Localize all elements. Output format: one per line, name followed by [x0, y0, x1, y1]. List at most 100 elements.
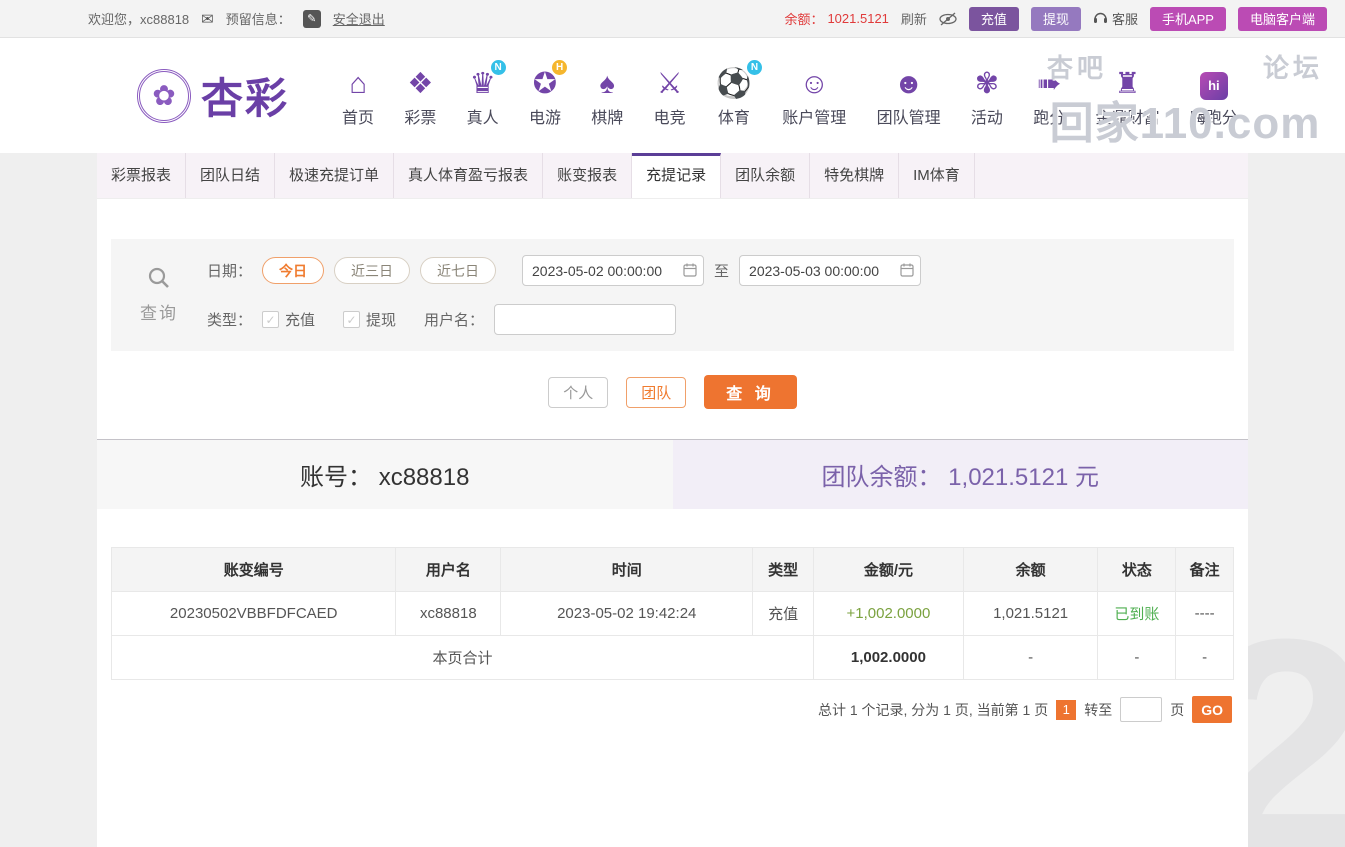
nav-item-team-mgmt[interactable]: ☻ 团队管理: [877, 64, 941, 128]
nav-item-home[interactable]: ⌂ 首页: [342, 64, 374, 128]
account-icon: ☺: [799, 68, 829, 100]
search-icon: [147, 266, 171, 295]
nav-label: 彩票: [404, 104, 436, 128]
pagination: 总计 1 个记录, 分为 1 页, 当前第 1 页 1 转至 页 GO: [97, 696, 1232, 723]
esports-icon: ⚔: [657, 68, 683, 100]
deposit-checkbox[interactable]: [262, 311, 279, 328]
to-label: 至: [714, 260, 729, 281]
gift-icon: ✾: [975, 68, 999, 100]
hot-badge: H: [552, 60, 567, 75]
mail-icon[interactable]: ✉: [201, 10, 214, 28]
calendar-icon[interactable]: [683, 263, 697, 281]
date-from-input[interactable]: [522, 255, 704, 286]
team-balance: 团队余额： 1,021.5121 元: [673, 440, 1249, 509]
customer-service-link[interactable]: 客服: [1093, 9, 1138, 28]
welcome-text: 欢迎您，xc88818: [88, 9, 189, 28]
customer-service-label: 客服: [1112, 9, 1138, 28]
tab-im-sports[interactable]: IM体育: [899, 153, 975, 198]
goto-page-input[interactable]: [1120, 697, 1162, 722]
nav-item-jinding-wealth[interactable]: ♜ 金鼎财富: [1096, 64, 1160, 128]
tab-special-games[interactable]: 特免棋牌: [810, 153, 899, 198]
brand-name: 杏彩: [201, 65, 289, 126]
current-page-button[interactable]: 1: [1056, 700, 1076, 720]
withdraw-checkbox-label: 提现: [366, 309, 396, 330]
nav-label: 体育: [718, 104, 750, 128]
balance-value: 1021.5121: [827, 11, 888, 26]
total-status: -: [1098, 636, 1176, 680]
personal-button[interactable]: 个人: [548, 377, 608, 408]
balance-label: 余额：: [784, 9, 823, 28]
nav-item-activities[interactable]: ✾ 活动: [971, 64, 1003, 128]
deposit-checkbox-label: 充值: [285, 309, 315, 330]
account-summary-bar: 账号： xc88818 团队余额： 1,021.5121 元: [97, 439, 1248, 509]
tab-account-changes[interactable]: 账变报表: [543, 153, 632, 198]
nav-item-egames[interactable]: ✪H 电游: [529, 64, 561, 128]
cell-time: 2023-05-02 19:42:24: [501, 592, 753, 636]
cell-amount: +1,002.0000: [814, 592, 964, 636]
col-header-username: 用户名: [396, 548, 501, 592]
nav-item-account-mgmt[interactable]: ☺ 账户管理: [782, 64, 846, 128]
cell-change-id: 20230502VBBFDFCAED: [112, 592, 396, 636]
pagination-summary: 总计 1 个记录, 分为 1 页, 当前第 1 页: [818, 700, 1048, 720]
edit-icon[interactable]: ✎: [303, 10, 321, 28]
header: ✿ 杏彩 ⌂ 首页 ❖ 彩票 ♛N 真人 ✪H 电游 ♠ 棋牌: [0, 38, 1345, 153]
page-unit-label: 页: [1170, 700, 1184, 720]
brand-logo-icon: ✿: [137, 69, 191, 123]
cell-username: xc88818: [396, 592, 501, 636]
new-badge: N: [747, 60, 762, 75]
nav-label: 电游: [529, 104, 561, 128]
range-3days[interactable]: 近三日: [334, 257, 410, 284]
username-input[interactable]: [494, 304, 676, 335]
logout-link[interactable]: 安全退出: [333, 9, 385, 28]
nav-label: 账户管理: [782, 104, 846, 128]
lottery-ticket-icon: ❖: [407, 68, 433, 100]
nav-item-sports[interactable]: ⚽N 体育: [716, 64, 752, 128]
pc-client-button[interactable]: 电脑客户端: [1238, 7, 1327, 31]
nav-label: 活动: [971, 104, 1003, 128]
col-header-amount: 金额/元: [814, 548, 964, 592]
nav-item-esports[interactable]: ⚔ 电竞: [654, 64, 686, 128]
home-icon: ⌂: [349, 68, 367, 100]
range-7days[interactable]: 近七日: [420, 257, 496, 284]
date-to-input[interactable]: [739, 255, 921, 286]
cell-remark: ----: [1176, 592, 1234, 636]
tab-team-daily[interactable]: 团队日结: [186, 153, 275, 198]
username-label: 用户名：: [424, 309, 484, 330]
withdraw-checkbox[interactable]: [343, 311, 360, 328]
range-today[interactable]: 今日: [262, 257, 324, 284]
tab-live-sports-pnl[interactable]: 真人体育盈亏报表: [394, 153, 543, 198]
nav-item-board-games[interactable]: ♠ 棋牌: [591, 64, 623, 128]
trophy-icon: ⚽: [716, 68, 752, 100]
report-tabs: 彩票报表 团队日结 极速充提订单 真人体育盈亏报表 账变报表 充提记录 团队余额…: [97, 153, 1248, 199]
query-side-text: 查询: [140, 299, 178, 324]
deposit-button[interactable]: 充值: [969, 7, 1019, 31]
mobile-app-button[interactable]: 手机APP: [1150, 7, 1226, 31]
filter-panel: 查询 日期： 今日 近三日 近七日 至: [111, 239, 1234, 351]
tab-lottery-report[interactable]: 彩票报表: [97, 153, 186, 198]
new-badge: N: [491, 60, 506, 75]
brand-logo[interactable]: ✿ 杏彩: [137, 65, 342, 126]
withdraw-button[interactable]: 提现: [1031, 7, 1081, 31]
nav-item-live[interactable]: ♛N 真人: [467, 64, 499, 128]
nav-item-hi-paofen[interactable]: hi 嗨跑分: [1190, 64, 1238, 128]
col-header-status: 状态: [1098, 548, 1176, 592]
nav-label: 首页: [342, 104, 374, 128]
col-header-change-id: 账变编号: [112, 548, 396, 592]
account-number: 账号： xc88818: [97, 440, 673, 509]
eye-slash-icon[interactable]: [939, 12, 957, 26]
team-button[interactable]: 团队: [626, 377, 686, 408]
refresh-link[interactable]: 刷新: [901, 9, 927, 28]
tab-fast-orders[interactable]: 极速充提订单: [275, 153, 394, 198]
col-header-balance: 余额: [963, 548, 1098, 592]
tab-deposit-withdraw-records[interactable]: 充提记录: [632, 153, 721, 198]
cell-type: 充值: [753, 592, 814, 636]
nav-item-lottery[interactable]: ❖ 彩票: [404, 64, 436, 128]
nav-label: 嗨跑分: [1190, 104, 1238, 128]
cell-balance: 1,021.5121: [963, 592, 1098, 636]
cell-status: 已到账: [1098, 592, 1176, 636]
nav-item-paofen[interactable]: ➠ 跑分: [1033, 64, 1065, 128]
query-button[interactable]: 查 询: [704, 375, 796, 409]
tab-team-balance[interactable]: 团队余额: [721, 153, 810, 198]
go-button[interactable]: GO: [1192, 696, 1232, 723]
calendar-icon[interactable]: [900, 263, 914, 281]
